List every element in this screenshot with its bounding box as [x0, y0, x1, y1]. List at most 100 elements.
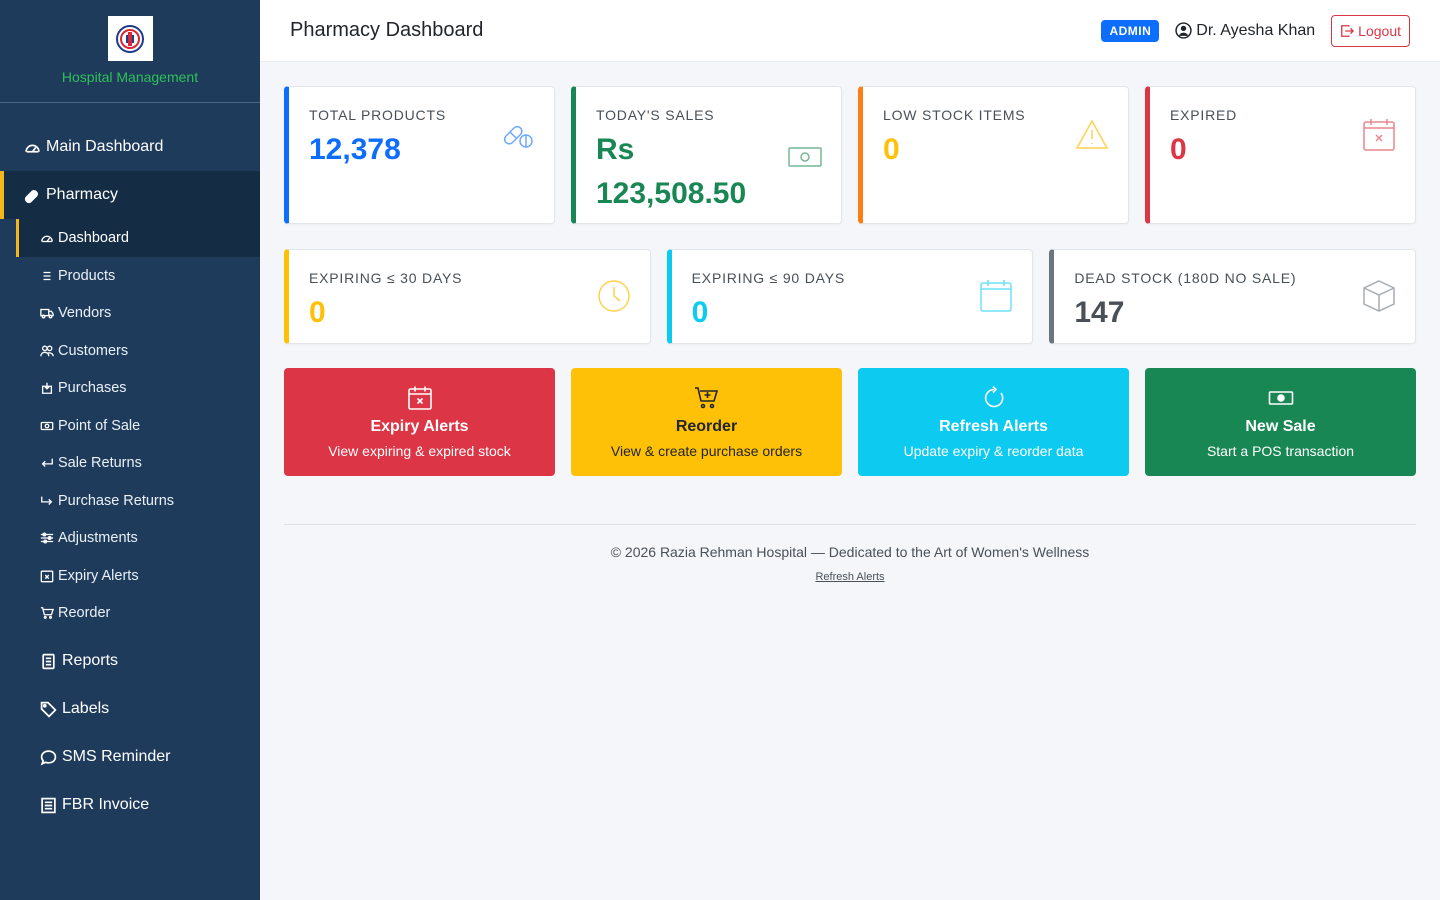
sidebar-subitem-label: Purchases — [58, 380, 127, 397]
refresh-icon — [984, 385, 1003, 408]
sidebar-item-sms-reminder[interactable]: SMS Reminder — [0, 733, 260, 781]
hospital-logo[interactable] — [107, 16, 153, 61]
new-sale-button[interactable]: New Sale Start a POS transaction — [1145, 368, 1416, 476]
sidebar-subitem-label: Dashboard — [58, 230, 129, 246]
sidebar-subitem-label: Expiry Alerts — [58, 567, 139, 584]
sidebar-item-fbr-invoice[interactable]: FBR Invoice — [0, 781, 260, 829]
speedometer-icon — [25, 144, 40, 153]
sidebar-item-label: SMS Reminder — [62, 748, 171, 765]
tile-subtitle: Update expiry & reorder data — [903, 443, 1084, 459]
footer-refresh-alerts-link[interactable]: Refresh Alerts — [815, 571, 884, 583]
sidebar-item-label: Pharmacy — [46, 186, 119, 203]
sidebar-item-pharmacy[interactable]: Pharmacy — [0, 171, 260, 219]
sidebar-nav: Main Dashboard Pharmacy Dashboard Produc… — [0, 103, 260, 829]
sidebar-subitem-label: Vendors — [58, 305, 112, 322]
stat-value: 147 — [1074, 296, 1125, 329]
box-icon — [1363, 280, 1395, 312]
calendar-x-icon — [40, 570, 54, 583]
sidebar-item-reports[interactable]: Reports — [0, 637, 260, 685]
tile-title: Refresh Alerts — [939, 418, 1048, 435]
hospital-logo-icon — [116, 24, 144, 53]
stat-value: 0 — [309, 296, 326, 329]
tile-subtitle: Start a POS transaction — [1206, 443, 1355, 459]
sidebar-subitem-dashboard[interactable]: Dashboard — [16, 219, 260, 257]
cash-icon — [40, 421, 54, 430]
sidebar-subitem-sale-returns[interactable]: Sale Returns — [0, 445, 260, 483]
stat-card-todays-sales: TODAY'S SALES Rs 123,508.50 — [571, 86, 842, 224]
sidebar-item-label: Reports — [62, 652, 119, 669]
expiry-alerts-button[interactable]: Expiry Alerts View expiring & expired st… — [284, 368, 555, 476]
stat-card-expiring-90: EXPIRING ≤ 90 DAYS 0 — [666, 249, 1034, 344]
sliders-icon — [40, 532, 54, 544]
reorder-button[interactable]: Reorder View & create purchase orders — [571, 368, 842, 476]
sidebar-subitem-products[interactable]: Products — [0, 257, 260, 295]
cart-icon — [40, 607, 54, 620]
sidebar-subitem-label: Products — [58, 267, 116, 284]
return-right-icon — [41, 496, 53, 505]
sidebar-subitem-purchase-returns[interactable]: Purchase Returns — [0, 482, 260, 520]
truck-icon — [40, 309, 54, 319]
user-circle-icon — [1175, 22, 1192, 39]
logout-label: Logout — [1358, 22, 1401, 39]
tag-icon — [40, 701, 57, 718]
sidebar-subitem-label: Customers — [58, 342, 129, 359]
cash-icon — [788, 147, 822, 167]
user-info[interactable]: Dr. Ayesha Khan — [1175, 22, 1315, 40]
sidebar-subitem-label: Reorder — [58, 605, 111, 622]
cash-icon — [1268, 391, 1293, 405]
stats-row-primary: TOTAL PRODUCTS 12,378 TODAY'S SALES Rs 1… — [284, 86, 1416, 224]
stat-label: TODAY'S SALES — [596, 107, 715, 123]
main-content: TOTAL PRODUCTS 12,378 TODAY'S SALES Rs 1… — [284, 86, 1417, 585]
sidebar-subitem-label: Sale Returns — [58, 455, 142, 472]
receipt-icon — [41, 797, 56, 813]
speedometer-icon — [41, 235, 53, 243]
role-badge: ADMIN — [1101, 19, 1160, 42]
sidebar-subitem-point-of-sale[interactable]: Point of Sale — [0, 407, 260, 445]
page-title: Pharmacy Dashboard — [290, 19, 484, 41]
sidebar-subitem-label: Purchase Returns — [58, 492, 175, 509]
tile-title: Expiry Alerts — [370, 418, 469, 435]
capsule-icon — [24, 189, 38, 203]
return-left-icon — [41, 458, 53, 468]
stats-row-secondary: EXPIRING ≤ 30 DAYS 0 EXPIRING ≤ 90 DAYS … — [284, 249, 1417, 344]
sidebar-subitem-vendors[interactable]: Vendors — [0, 295, 260, 333]
user-name: Dr. Ayesha Khan — [1196, 21, 1316, 39]
quick-actions: Expiry Alerts View expiring & expired st… — [284, 368, 1416, 476]
logout-button[interactable]: Logout — [1331, 14, 1410, 47]
sidebar: Hospital Management Main Dashboard Pharm… — [0, 0, 260, 900]
sidebar-brand: Hospital Management — [0, 0, 260, 103]
tile-title: Reorder — [675, 418, 738, 435]
bag-down-icon — [41, 383, 53, 395]
clock-icon — [597, 280, 630, 312]
stat-card-expiring-30: EXPIRING ≤ 30 DAYS 0 — [284, 249, 651, 344]
sidebar-subitem-expiry-alerts[interactable]: Expiry Alerts — [0, 557, 260, 595]
pills-icon — [503, 125, 533, 148]
warning-icon — [1075, 119, 1109, 149]
stat-card-expired: EXPIRED 0 — [1145, 86, 1416, 224]
footer: © 2026 Razia Rehman Hospital — Dedicated… — [284, 524, 1416, 585]
brand-name: Hospital Management — [61, 69, 199, 85]
chat-icon — [40, 749, 57, 765]
tile-title: New Sale — [1245, 418, 1316, 435]
stat-card-total-products: TOTAL PRODUCTS 12,378 — [284, 86, 555, 224]
stat-label: DEAD STOCK (180D NO SALE) — [1074, 270, 1297, 286]
tile-subtitle: View expiring & expired stock — [328, 443, 511, 459]
sidebar-subitem-label: Point of Sale — [58, 417, 141, 434]
sidebar-subitem-adjustments[interactable]: Adjustments — [0, 520, 260, 558]
sidebar-item-label: Main Dashboard — [46, 138, 164, 155]
calendar-x-icon — [407, 386, 432, 410]
refresh-alerts-button[interactable]: Refresh Alerts Update expiry & reorder d… — [858, 368, 1129, 476]
sidebar-subitem-purchases[interactable]: Purchases — [0, 370, 260, 408]
sidebar-subitem-customers[interactable]: Customers — [0, 332, 260, 370]
document-icon — [42, 653, 55, 669]
stat-value: Rs 123,508.50 — [596, 133, 747, 210]
sidebar-subitem-reorder[interactable]: Reorder — [0, 595, 260, 633]
calendar-x-icon — [1363, 119, 1395, 151]
sidebar-item-labels[interactable]: Labels — [0, 685, 260, 733]
sidebar-item-label: FBR Invoice — [62, 796, 150, 813]
list-icon — [43, 271, 51, 280]
stat-label: EXPIRING ≤ 90 DAYS — [691, 270, 845, 286]
sidebar-item-main-dashboard[interactable]: Main Dashboard — [0, 123, 260, 171]
stat-value: 0 — [691, 296, 709, 329]
cart-plus-icon — [694, 387, 718, 409]
